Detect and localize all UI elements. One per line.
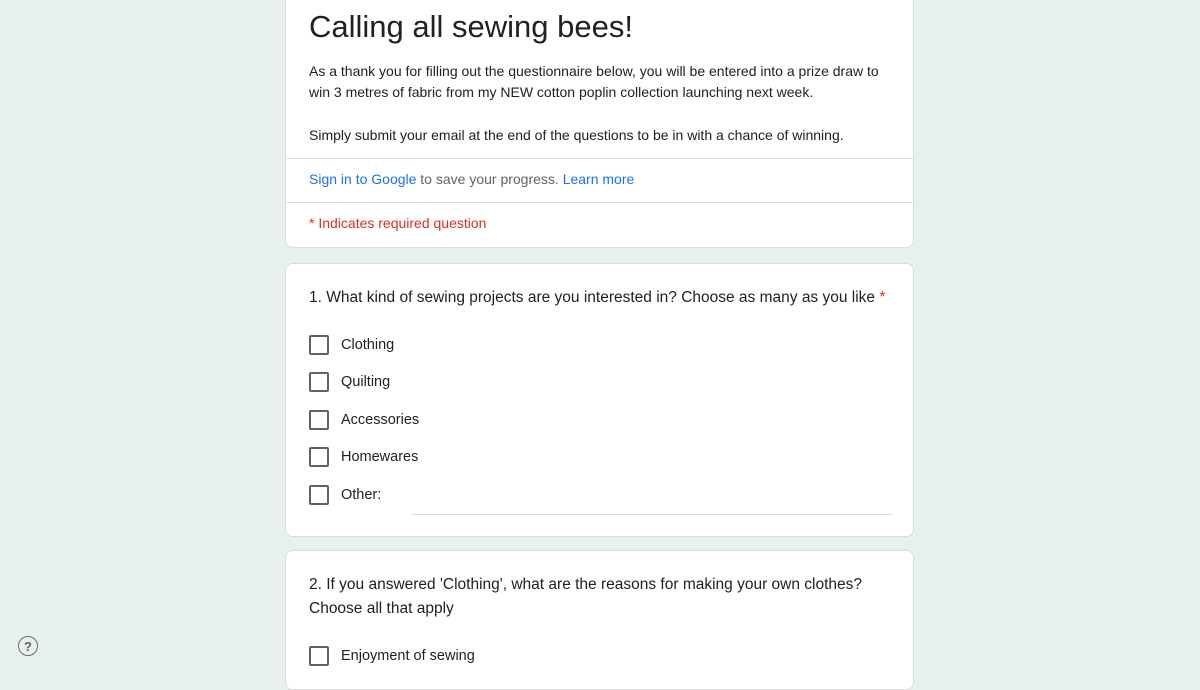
signin-text: to save your progress. <box>416 171 563 187</box>
form-description: As a thank you for filling out the quest… <box>309 63 879 100</box>
question-title: 1. What kind of sewing projects are you … <box>309 286 899 310</box>
checkbox[interactable] <box>309 485 329 505</box>
option-accessories[interactable]: Accessories <box>309 409 419 431</box>
checkbox[interactable] <box>309 447 329 467</box>
option-enjoyment-of-sewing[interactable]: Enjoyment of sewing <box>309 645 475 667</box>
help-icon[interactable]: ? <box>18 636 38 656</box>
option-other[interactable]: Other: <box>309 484 381 506</box>
required-star: * <box>879 289 886 306</box>
question-title: 2. If you answered 'Clothing', what are … <box>309 576 863 617</box>
option-label: Other: <box>341 487 382 503</box>
form-description-note: Simply submit your email at the end of t… <box>309 127 844 143</box>
checkbox[interactable] <box>309 646 329 666</box>
form-header-card: Calling all sewing bees! As a thank you … <box>285 0 914 248</box>
required-note: * Indicates required question <box>309 215 487 231</box>
signin-row: Sign in to Google to save your progress.… <box>309 171 634 187</box>
learn-more-link[interactable]: Learn more <box>563 171 635 187</box>
other-text-input[interactable] <box>412 492 892 515</box>
question-card-2: 2. If you answered 'Clothing', what are … <box>285 550 914 690</box>
form-title: Calling all sewing bees! <box>309 9 633 44</box>
header-divider <box>286 158 913 159</box>
option-label: Homewares <box>341 449 419 465</box>
option-quilting[interactable]: Quilting <box>309 371 390 393</box>
option-label: Quilting <box>341 374 391 390</box>
signin-link[interactable]: Sign in to Google <box>309 171 416 187</box>
checkbox[interactable] <box>309 410 329 430</box>
question-title-text: 1. What kind of sewing projects are you … <box>309 289 876 306</box>
checkbox[interactable] <box>309 335 329 355</box>
checkbox[interactable] <box>309 372 329 392</box>
question-card-1: 1. What kind of sewing projects are you … <box>285 263 914 537</box>
option-clothing[interactable]: Clothing <box>309 334 394 356</box>
option-homewares[interactable]: Homewares <box>309 446 418 468</box>
option-label: Enjoyment of sewing <box>341 648 475 664</box>
option-label: Accessories <box>341 412 420 428</box>
header-divider <box>286 202 913 203</box>
option-label: Clothing <box>341 337 395 353</box>
